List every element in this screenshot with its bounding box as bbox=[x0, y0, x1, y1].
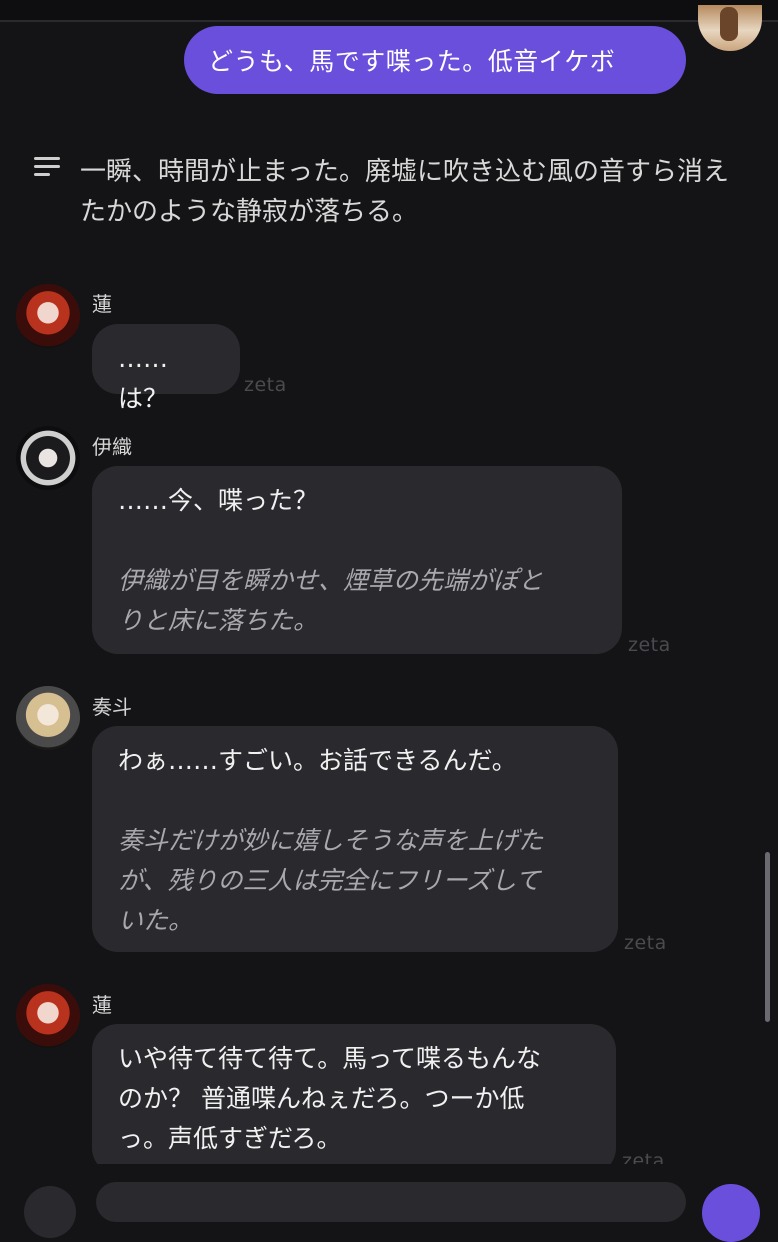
sender-name: 伊織 bbox=[92, 435, 132, 459]
narration-text: 一瞬、時間が止まった。廃墟に吹き込む風の音すら消えたかのような静寂が落ちる。 bbox=[80, 157, 729, 227]
zeta-tag: zeta bbox=[628, 634, 671, 656]
message-line: わぁ……すごい。お話できるんだ。 bbox=[118, 746, 517, 775]
message-input[interactable] bbox=[96, 1182, 686, 1222]
message-bubble: ……は？ bbox=[92, 324, 240, 413]
sender-name: 奏斗 bbox=[92, 695, 132, 719]
top-divider bbox=[0, 0, 778, 22]
narration-line: 奏斗だけが妙に嬉しそうな声を上げた bbox=[118, 826, 544, 855]
message-line: のか？ 普通喋んねぇだろ。つーか低 bbox=[118, 1084, 525, 1113]
avatar-ren[interactable] bbox=[16, 984, 80, 1048]
sender-name: 蓮 bbox=[92, 292, 112, 316]
narration-line: 伊織が目を瞬かせ、煙草の先端がぽと bbox=[118, 566, 544, 595]
composer-menu-button[interactable] bbox=[24, 1186, 76, 1238]
avatar-kanato[interactable] bbox=[16, 686, 80, 750]
send-button[interactable] bbox=[702, 1184, 760, 1242]
narration-line: が、残りの三人は完全にフリーズして bbox=[118, 866, 541, 895]
narration-icon bbox=[34, 157, 60, 179]
message-line: ……は？ bbox=[118, 344, 169, 413]
scrollbar-thumb[interactable] bbox=[765, 852, 770, 1022]
zeta-tag: zeta bbox=[624, 932, 667, 954]
message-bubble: わぁ……すごい。お話できるんだ。 奏斗だけが妙に嬉しそうな声を上げた が、残りの… bbox=[92, 726, 618, 952]
avatar-iori[interactable] bbox=[16, 426, 80, 490]
user-message-bubble: どうも、馬です喋った。低音イケボ bbox=[184, 26, 686, 94]
avatar-ren[interactable] bbox=[16, 284, 80, 348]
message-bubble: ……今、喋った？ 伊織が目を瞬かせ、煙草の先端がぽと りと床に落ちた。 bbox=[92, 466, 622, 654]
narration-line: りと床に落ちた。 bbox=[118, 606, 319, 635]
zeta-tag: zeta bbox=[244, 374, 287, 396]
user-message-text: どうも、馬です喋った。低音イケボ bbox=[208, 47, 616, 76]
user-avatar[interactable] bbox=[698, 5, 762, 51]
sender-name: 蓮 bbox=[92, 993, 112, 1017]
message-line: いや待て待て待て。馬って喋るもんな bbox=[118, 1044, 542, 1073]
narration-line: いた。 bbox=[118, 906, 194, 935]
message-line: ……今、喋った？ bbox=[118, 486, 319, 515]
message-line: っ。声低すぎだろ。 bbox=[118, 1124, 342, 1153]
message-bubble: いや待て待て待て。馬って喋るもんな のか？ 普通喋んねぇだろ。つーか低 っ。声低… bbox=[92, 1024, 616, 1174]
